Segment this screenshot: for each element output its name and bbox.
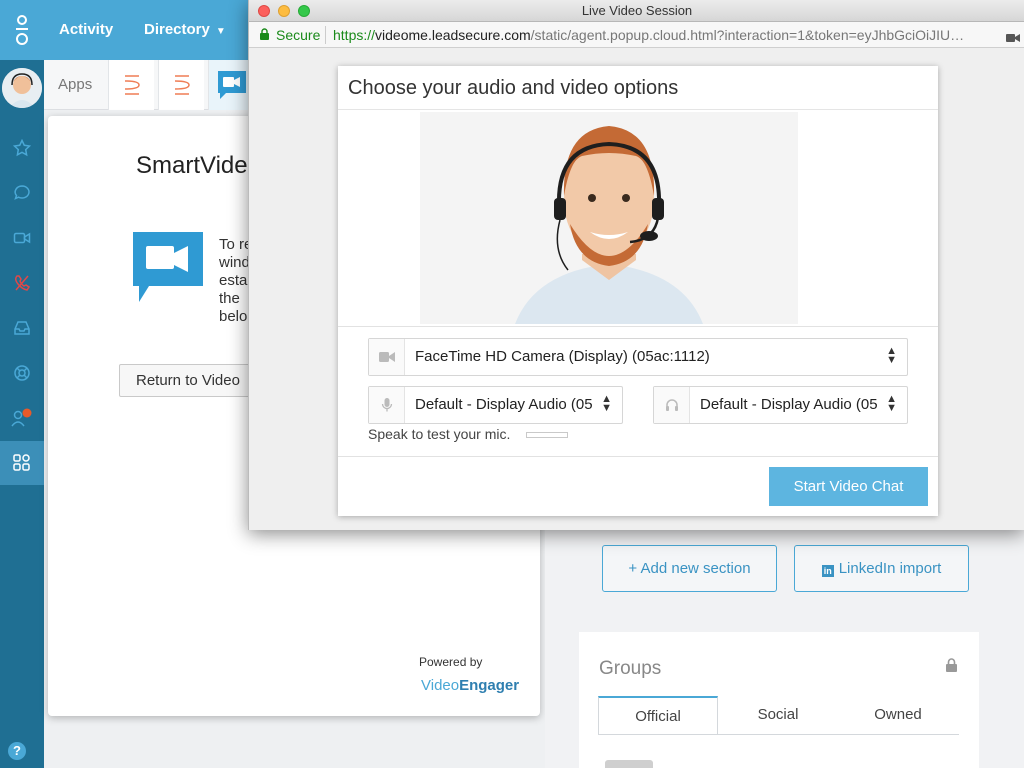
apps-label: Apps: [58, 76, 93, 93]
av-options-dialog: Choose your audio and video options Face…: [338, 66, 938, 516]
tab-social[interactable]: Social: [718, 696, 838, 734]
tab-divider: [598, 734, 959, 735]
video-chat-icon: [217, 71, 246, 99]
missed-call-icon: [14, 275, 31, 291]
mic-test-label: Speak to test your mic.: [368, 426, 511, 442]
address-bar[interactable]: Secure https://videome.leadsecure.com/st…: [249, 22, 1024, 48]
rail-apps[interactable]: [0, 441, 44, 485]
camera-preview: [420, 112, 798, 324]
video-camera-icon: [13, 232, 31, 244]
select-arrows-icon: ▲ ▼: [601, 393, 612, 414]
app-tab-1[interactable]: [108, 60, 154, 110]
start-video-chat-button[interactable]: Start Video Chat: [769, 467, 928, 506]
help-button[interactable]: ?: [8, 742, 26, 760]
logo-icon: [16, 15, 28, 45]
speaker-select-value: Default - Display Audio (05: [700, 396, 878, 413]
url-text[interactable]: https://videome.leadsecure.com/static/ag…: [333, 27, 995, 43]
microphone-select[interactable]: Default - Display Audio (05 ▲ ▼: [368, 386, 623, 424]
rail-chat[interactable]: [0, 171, 44, 215]
groups-card: Groups Official Social Owned: [579, 632, 979, 768]
video-chat-icon: [132, 231, 204, 308]
rail-calls[interactable]: [0, 261, 44, 305]
apps-grid-icon: [13, 454, 30, 471]
app-tab-2[interactable]: [158, 60, 204, 110]
secure-label: Secure: [276, 27, 321, 43]
apps-strip: Apps: [44, 60, 254, 110]
nav-directory[interactable]: Directory ▼: [144, 0, 226, 60]
speaker-select[interactable]: Default - Display Audio (05 ▲ ▼: [653, 386, 908, 424]
select-arrows-icon: ▲ ▼: [886, 345, 897, 366]
rail-support[interactable]: [0, 351, 44, 395]
tab-official[interactable]: Official: [598, 696, 718, 734]
microphone-icon: [369, 387, 405, 423]
linkedin-icon: in: [821, 565, 834, 577]
camera-in-use-icon[interactable]: [1006, 30, 1020, 46]
headphones-icon: [654, 387, 690, 423]
star-icon: [13, 139, 31, 157]
camera-select-value: FaceTime HD Camera (Display) (05ac:1112): [415, 348, 710, 365]
chat-bubble-icon: [14, 185, 30, 200]
left-rail: ?: [0, 0, 44, 768]
secure-lock-icon: [259, 28, 270, 44]
video-camera-icon: [369, 339, 405, 375]
powered-by-label: Powered by: [419, 655, 483, 669]
window-title: Live Video Session: [581, 3, 693, 18]
app-logo-icon: [174, 75, 190, 95]
dialog-title: Choose your audio and video options: [338, 66, 938, 110]
window-titlebar: Live Video Session: [249, 0, 1024, 22]
preview-divider: [338, 326, 938, 327]
card-title: SmartVide: [136, 152, 248, 179]
inbox-icon: [14, 321, 30, 335]
linkedin-import-button[interactable]: in LinkedIn import: [794, 545, 969, 592]
app-logo[interactable]: [0, 0, 44, 60]
user-alert-icon: [11, 408, 32, 427]
add-section-button[interactable]: + Add new section: [602, 545, 777, 592]
nav-activity[interactable]: Activity: [59, 0, 113, 60]
lifebuoy-icon: [14, 365, 30, 381]
videoengager-logo[interactable]: VideoEngager: [421, 677, 519, 694]
microphone-select-value: Default - Display Audio (05: [415, 396, 593, 413]
user-avatar[interactable]: [2, 68, 42, 108]
rail-inbox[interactable]: [0, 306, 44, 350]
url-separator: [325, 26, 326, 44]
rail-contacts-alert[interactable]: [0, 396, 44, 440]
groups-title: Groups: [599, 658, 662, 679]
lock-icon: [945, 658, 958, 678]
chevron-down-icon: ▼: [215, 26, 226, 37]
select-arrows-icon: ▲ ▼: [886, 393, 897, 414]
app-logo-icon: [124, 75, 140, 95]
rail-favorites[interactable]: [0, 126, 44, 170]
rail-video[interactable]: [0, 216, 44, 260]
tab-owned[interactable]: Owned: [838, 696, 958, 734]
mic-level-meter: [526, 432, 568, 438]
camera-select[interactable]: FaceTime HD Camera (Display) (05ac:1112)…: [368, 338, 908, 376]
footer-divider: [338, 456, 938, 457]
group-thumbnail: [605, 760, 653, 768]
